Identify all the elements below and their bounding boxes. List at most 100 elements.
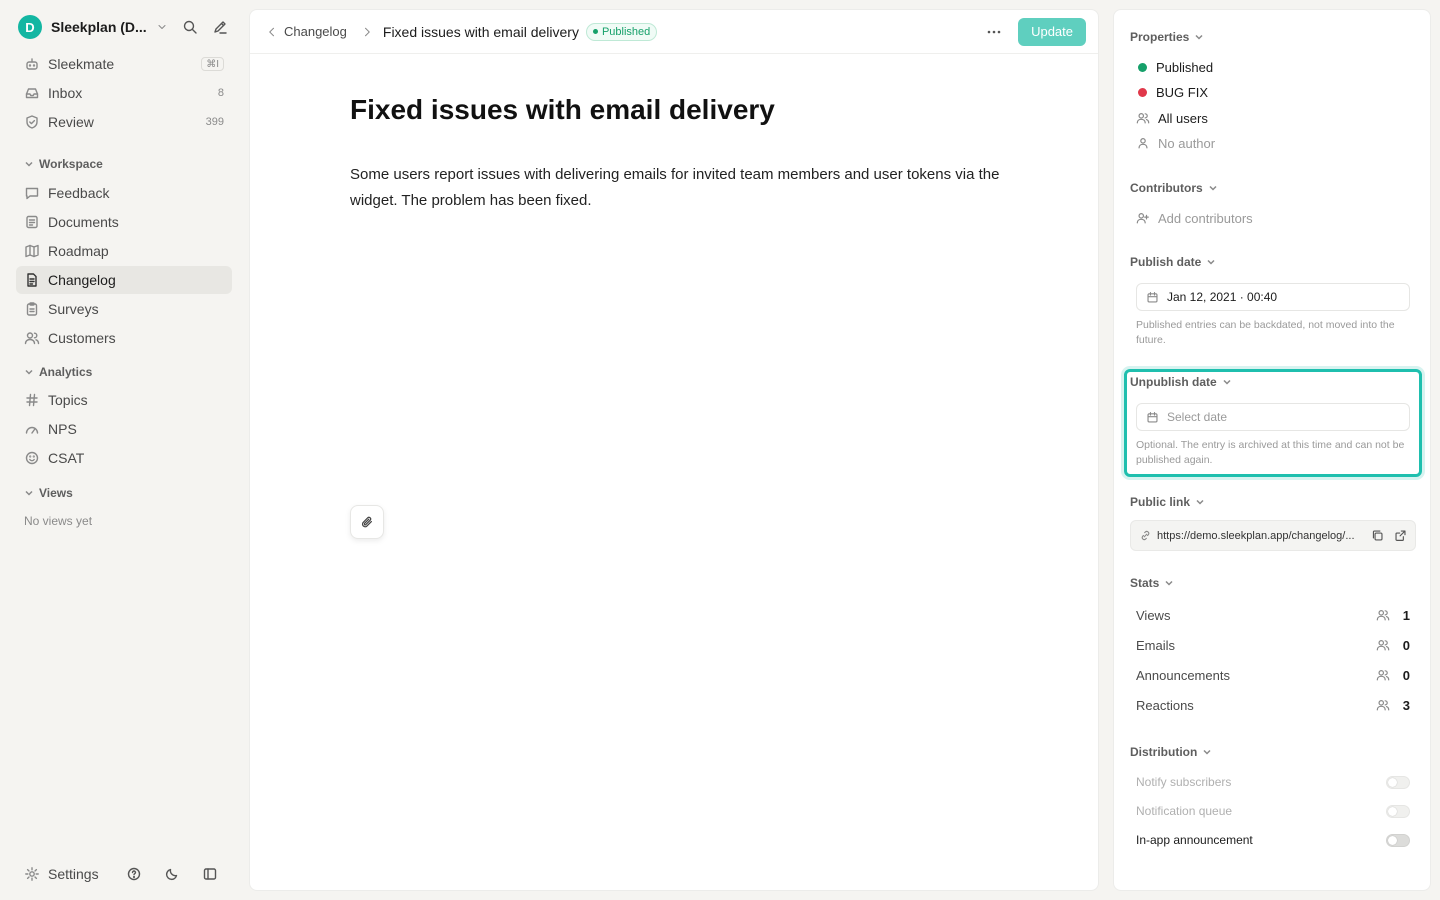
section-label: Stats — [1130, 576, 1160, 590]
hash-icon — [26, 393, 38, 407]
sidebar-item-inbox[interactable]: Inbox 8 — [16, 79, 232, 107]
stat-label: Emails — [1136, 637, 1176, 653]
status-value: Published — [1156, 59, 1214, 75]
chevron-down-icon — [156, 21, 168, 33]
workspace-avatar: D — [18, 15, 42, 39]
stat-row-emails: Emails 0 — [1136, 635, 1410, 655]
chevron-down-icon — [1207, 259, 1215, 265]
section-label: Properties — [1130, 30, 1190, 44]
author-property[interactable]: No author — [1136, 133, 1215, 153]
users-icon — [1136, 113, 1150, 124]
section-toggle-analytics[interactable]: Analytics — [24, 364, 92, 380]
link-icon — [1141, 530, 1150, 541]
chevron-right-icon — [361, 26, 373, 38]
sidebar-item-label: Sleekmate — [48, 56, 115, 72]
sidebar-item-label: NPS — [48, 421, 77, 437]
users-icon — [1376, 700, 1390, 711]
file-text-icon — [27, 273, 37, 287]
update-button[interactable]: Update — [1018, 17, 1086, 46]
help-icon[interactable] — [126, 866, 150, 882]
chevron-down-icon — [25, 369, 33, 375]
clipboard-icon — [26, 302, 38, 316]
more-options-button[interactable] — [980, 18, 1008, 46]
notify-subscribers-toggle[interactable] — [1386, 775, 1410, 789]
properties-section-toggle[interactable]: Properties — [1130, 30, 1204, 44]
add-contributors-button[interactable]: Add contributors — [1136, 208, 1253, 228]
section-toggle-workspace[interactable]: Workspace — [24, 156, 103, 172]
sidebar-item-label: CSAT — [48, 450, 85, 466]
views-empty-state: No views yet — [24, 514, 93, 528]
external-link-icon[interactable] — [1394, 529, 1407, 542]
publish-date-input[interactable]: Jan 12, 2021 · 00:40 — [1136, 283, 1410, 311]
unpublish-date-section-toggle[interactable]: Unpublish date — [1130, 375, 1232, 389]
status-property[interactable]: Published — [1136, 57, 1213, 77]
user-icon — [1138, 138, 1148, 149]
compose-icon[interactable] — [212, 19, 228, 35]
sidebar-item-customers[interactable]: Customers — [16, 324, 232, 352]
sidebar-item-topics[interactable]: Topics — [16, 386, 232, 414]
unpublish-date-input[interactable]: Select date — [1136, 403, 1410, 431]
stats-section-toggle[interactable]: Stats — [1130, 576, 1174, 590]
publish-date-section-toggle[interactable]: Publish date — [1130, 255, 1216, 269]
copy-icon[interactable] — [1371, 529, 1384, 542]
sidebar-footer: Settings — [16, 862, 232, 886]
sidebar-item-changelog[interactable]: Changelog — [16, 266, 232, 294]
document-body[interactable]: Some users report issues with delivering… — [350, 162, 1010, 214]
distribution-section-toggle[interactable]: Distribution — [1130, 745, 1212, 759]
breadcrumb-parent: Changelog — [284, 24, 347, 39]
distribution-label: In-app announcement — [1136, 833, 1253, 847]
sidebar-toggle-icon[interactable] — [202, 866, 226, 882]
shield-check-icon — [26, 115, 38, 129]
sidebar: D Sleekplan (D... Sleekmate ⌘I Inbox 8 R… — [0, 0, 248, 900]
search-icon[interactable] — [182, 19, 198, 35]
user-plus-icon — [1136, 213, 1149, 224]
public-link-section-toggle[interactable]: Public link — [1130, 495, 1205, 509]
category-value: BUG FIX — [1156, 84, 1209, 100]
settings-link[interactable]: Settings — [48, 866, 99, 882]
contributors-section-toggle[interactable]: Contributors — [1130, 181, 1218, 195]
sidebar-item-feedback[interactable]: Feedback — [16, 179, 232, 207]
author-value: No author — [1158, 135, 1216, 151]
public-link-field[interactable]: https://demo.sleekplan.app/changelog/... — [1130, 520, 1416, 551]
section-label: Contributors — [1130, 181, 1203, 195]
stat-value: 0 — [1402, 637, 1410, 653]
notification-queue-toggle[interactable] — [1386, 804, 1410, 818]
sidebar-item-surveys[interactable]: Surveys — [16, 295, 232, 323]
moon-icon[interactable] — [164, 866, 188, 882]
workspace-switcher[interactable]: D Sleekplan (D... — [18, 14, 234, 40]
users-icon — [1376, 670, 1390, 681]
chevron-down-icon — [1195, 34, 1203, 40]
stat-row-views: Views 1 — [1136, 605, 1410, 625]
document-title[interactable]: Fixed issues with email delivery — [350, 94, 775, 126]
status-badge: Published — [585, 22, 658, 41]
add-contributors-label: Add contributors — [1158, 210, 1253, 226]
sidebar-item-documents[interactable]: Documents — [16, 208, 232, 236]
publish-date-value: Jan 12, 2021 · 00:40 — [1167, 290, 1278, 304]
paperclip-icon — [361, 516, 372, 528]
section-toggle-views[interactable]: Views — [24, 485, 73, 501]
in-app-announcement-toggle[interactable] — [1386, 833, 1410, 847]
stat-value: 1 — [1402, 607, 1410, 623]
calendar-icon — [1147, 291, 1158, 303]
publish-date-hint: Published entries can be backdated, not … — [1136, 319, 1395, 346]
distribution-label: Notification queue — [1136, 804, 1233, 818]
chevron-left-icon — [269, 27, 275, 36]
breadcrumb-current: Fixed issues with email delivery — [382, 23, 579, 40]
attach-button[interactable] — [350, 505, 384, 539]
category-property[interactable]: BUG FIX — [1136, 82, 1208, 102]
calendar-icon — [1147, 411, 1158, 423]
sidebar-item-review[interactable]: Review 399 — [16, 108, 232, 136]
sidebar-item-sleekmate[interactable]: Sleekmate ⌘I — [16, 50, 232, 78]
users-icon — [1376, 610, 1390, 621]
sidebar-item-label: Topics — [48, 392, 88, 408]
sidebar-item-csat[interactable]: CSAT — [16, 444, 232, 472]
chevron-down-icon — [1223, 379, 1231, 385]
breadcrumb-back-link[interactable]: Changelog — [266, 24, 347, 39]
sidebar-item-label: Roadmap — [48, 243, 109, 259]
sidebar-item-nps[interactable]: NPS — [16, 415, 232, 443]
sidebar-item-label: Customers — [48, 330, 116, 346]
audience-property[interactable]: All users — [1136, 108, 1208, 128]
sidebar-item-label: Surveys — [48, 301, 99, 317]
sidebar-item-roadmap[interactable]: Roadmap — [16, 237, 232, 265]
chevron-down-icon — [1203, 749, 1211, 755]
